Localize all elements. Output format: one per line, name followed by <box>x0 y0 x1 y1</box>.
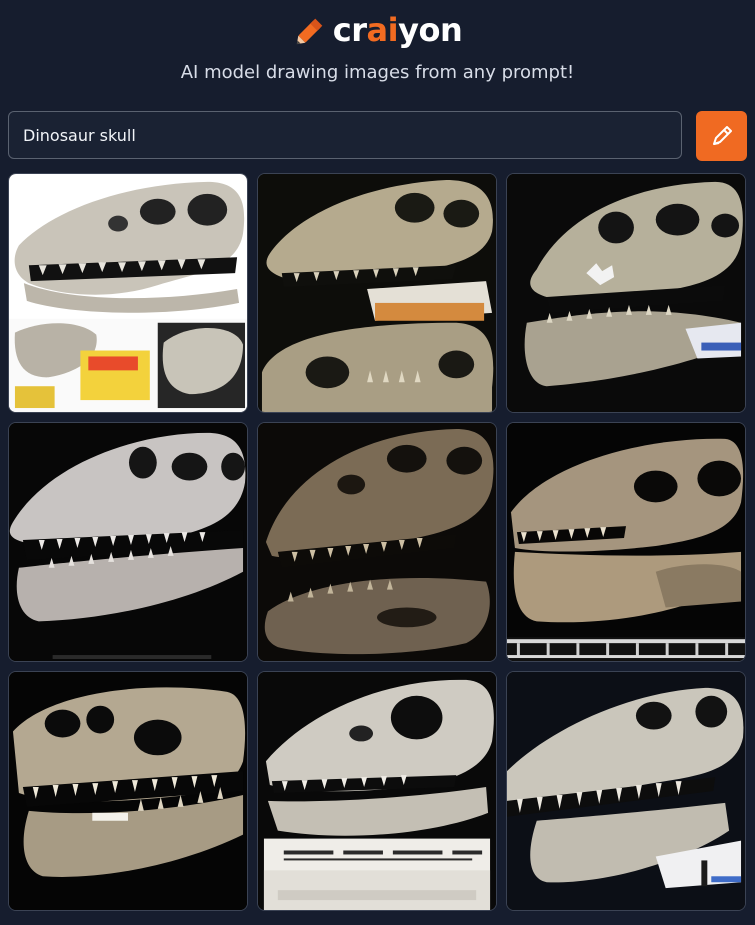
result-image[interactable] <box>8 173 248 413</box>
prompt-field[interactable] <box>8 111 682 159</box>
dinosaur-skull-image <box>9 423 247 661</box>
dinosaur-skull-image <box>9 174 247 412</box>
result-image[interactable] <box>257 422 497 662</box>
draw-button[interactable] <box>696 111 747 161</box>
header: craiyon AI model drawing images from any… <box>0 0 755 100</box>
result-image[interactable] <box>8 671 248 911</box>
dinosaur-skull-image <box>258 174 496 412</box>
craiyon-logo[interactable]: craiyon <box>0 8 755 52</box>
pencil-icon <box>712 126 732 145</box>
dinosaur-skull-image <box>258 423 496 661</box>
dinosaur-skull-image <box>507 672 745 910</box>
tagline: AI model drawing images from any prompt! <box>180 62 575 83</box>
prompt-input[interactable] <box>21 124 669 146</box>
logo-wordmark: craiyon <box>332 11 463 49</box>
result-image[interactable] <box>257 671 497 911</box>
dinosaur-skull-image <box>9 672 247 910</box>
dinosaur-skull-image <box>507 174 745 412</box>
pencil-logo-icon <box>296 18 323 45</box>
result-image[interactable] <box>8 422 248 662</box>
result-image[interactable] <box>506 422 746 662</box>
result-image[interactable] <box>506 173 746 413</box>
results-grid <box>8 173 748 913</box>
dinosaur-skull-image <box>507 423 745 661</box>
result-image[interactable] <box>257 173 497 413</box>
result-image[interactable] <box>506 671 746 911</box>
dinosaur-skull-image <box>258 672 496 910</box>
